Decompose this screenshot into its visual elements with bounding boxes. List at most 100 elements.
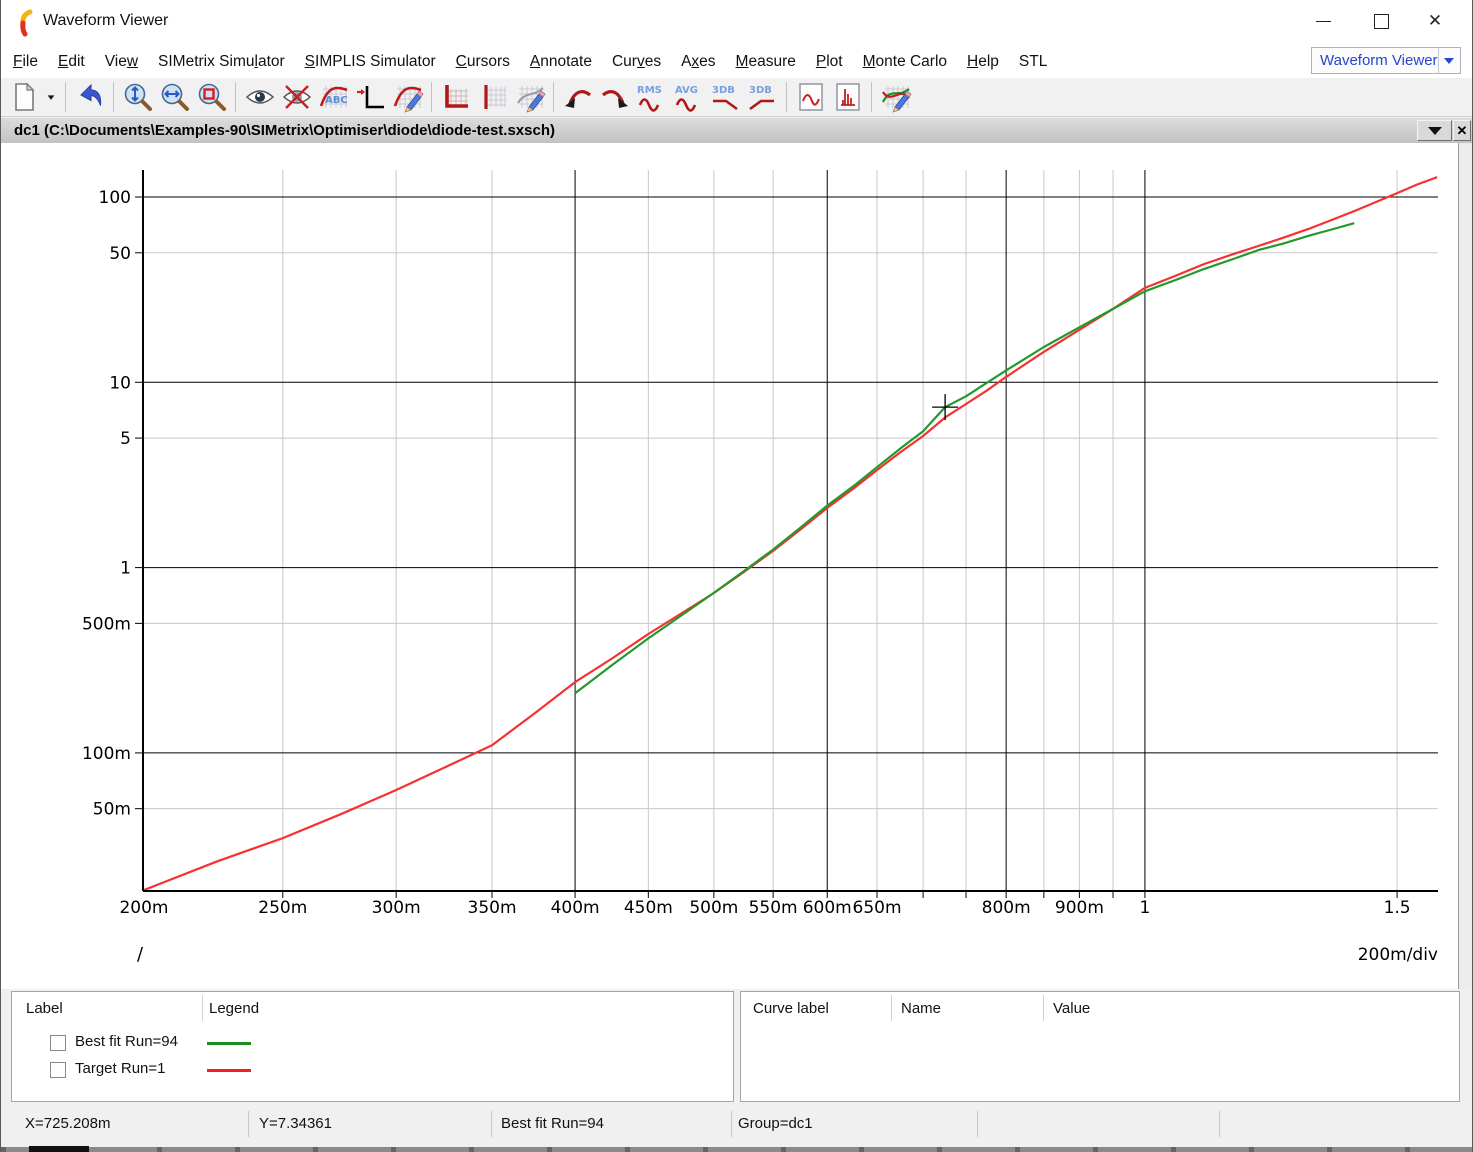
- legend-row-best-fit-run-94: Best fit Run=94: [12, 1030, 733, 1057]
- viewer-mode-select[interactable]: Waveform Viewer: [1311, 47, 1461, 74]
- menu-help[interactable]: Help: [957, 45, 1009, 78]
- edit-curve-icon: [392, 81, 424, 113]
- curve-best-fit-run-94[interactable]: [575, 223, 1354, 693]
- avg-button[interactable]: AVG: [670, 80, 707, 114]
- new-document-button[interactable]: [5, 80, 42, 114]
- x-tick-label-500m: 500m: [689, 898, 738, 918]
- x-tick-label-1: 1: [1140, 898, 1151, 918]
- show-curve-button[interactable]: [241, 80, 278, 114]
- menu-simplis-simulator[interactable]: SIMPLIS Simulator: [295, 45, 446, 78]
- x-tick-label-600m: 600m: [803, 898, 852, 918]
- y-tick-label-100: 100: [99, 188, 131, 208]
- tab-close-button[interactable]: ✕: [1453, 120, 1471, 141]
- curve-target-run-1[interactable]: [144, 177, 1437, 890]
- document-tab-bar: dc1 (C:\Documents\Examples-90\SIMetrix\O…: [1, 117, 1472, 143]
- y-tick-label-50m: 50m: [93, 800, 131, 820]
- edit-curves-icon: [880, 81, 912, 113]
- close-icon: ✕: [1428, 11, 1442, 31]
- edit-grid-icon: [514, 81, 546, 113]
- values-col-name: Name: [901, 1000, 941, 1017]
- next-curve-button[interactable]: [596, 80, 633, 114]
- viewer-mode-label: Waveform Viewer: [1312, 52, 1438, 69]
- zoom-y-fit-icon: [122, 81, 154, 113]
- x-tick-label-300m: 300m: [372, 898, 421, 918]
- zoom-x-fit-button[interactable]: [156, 80, 193, 114]
- menu-stl[interactable]: STL: [1009, 45, 1057, 78]
- plot-spectrum-button[interactable]: [829, 80, 866, 114]
- column-divider[interactable]: [1043, 995, 1044, 1021]
- close-icon: ✕: [1457, 123, 1468, 139]
- y-tick-label-1: 1: [120, 559, 131, 579]
- menu-axes[interactable]: Axes: [671, 45, 725, 78]
- undo-button[interactable]: [71, 80, 108, 114]
- menu-monte-carlo[interactable]: Monte Carlo: [853, 45, 957, 78]
- add-vertical-axis-icon: [477, 81, 509, 113]
- taskbar-sliver: [1, 1147, 1472, 1152]
- menu-plot[interactable]: Plot: [806, 45, 853, 78]
- plot-right-gutter: [1458, 143, 1473, 989]
- zoom-box-button[interactable]: [193, 80, 230, 114]
- edit-curve-button[interactable]: [389, 80, 426, 114]
- status-divider: [248, 1111, 249, 1137]
- chevron-down-icon[interactable]: [1438, 48, 1460, 73]
- menu-file[interactable]: File: [3, 45, 48, 78]
- previous-curve-icon: [562, 81, 594, 113]
- status-segment-3: Group=dc1: [738, 1105, 813, 1143]
- legend-col-legend: Legend: [209, 1000, 259, 1017]
- toolbar-separator: [871, 82, 872, 112]
- menu-simetrix-simulator[interactable]: SIMetrix Simulator: [148, 45, 295, 78]
- menu-view[interactable]: View: [95, 45, 148, 78]
- menu-bar: FileEditViewSIMetrix SimulatorSIMPLIS Si…: [1, 45, 1472, 78]
- new-document-dropdown-button[interactable]: [42, 80, 60, 114]
- status-segment-2: Best fit Run=94: [501, 1105, 604, 1143]
- column-divider[interactable]: [891, 995, 892, 1021]
- status-divider: [491, 1111, 492, 1137]
- x-tick-label-1.5: 1.5: [1384, 898, 1411, 918]
- zoom-y-fit-button[interactable]: [119, 80, 156, 114]
- menu-measure[interactable]: Measure: [726, 45, 806, 78]
- svg-text:AVG: AVG: [675, 85, 698, 96]
- title-bar: Waveform Viewer ✕: [1, 0, 1472, 45]
- menu-curves[interactable]: Curves: [602, 45, 671, 78]
- svg-text:RMS: RMS: [637, 85, 662, 96]
- add-axis-button[interactable]: [437, 80, 474, 114]
- edit-curves-button[interactable]: [877, 80, 914, 114]
- add-axis-icon: [440, 81, 472, 113]
- curve-visibility-checkbox[interactable]: [50, 1035, 66, 1051]
- previous-curve-button[interactable]: [559, 80, 596, 114]
- maximize-button[interactable]: [1352, 0, 1410, 42]
- plot-canvas[interactable]: 200m250m300m350m400m450m500m550m600m650m…: [1, 143, 1458, 989]
- menu-annotate[interactable]: Annotate: [520, 45, 602, 78]
- x-tick-label-800m: 800m: [982, 898, 1031, 918]
- document-tab-title[interactable]: dc1 (C:\Documents\Examples-90\SIMetrix\O…: [14, 118, 555, 144]
- add-vertical-axis-button[interactable]: [474, 80, 511, 114]
- edit-grid-button[interactable]: [511, 80, 548, 114]
- 3db-highpass-button[interactable]: 3DB: [744, 80, 781, 114]
- close-button[interactable]: ✕: [1406, 0, 1464, 42]
- hide-curve-button[interactable]: [278, 80, 315, 114]
- move-curve-to-axis-button[interactable]: [352, 80, 389, 114]
- values-col-value: Value: [1053, 1000, 1090, 1017]
- plot-waveform-button[interactable]: [792, 80, 829, 114]
- curve-visibility-checkbox[interactable]: [50, 1062, 66, 1078]
- maximize-icon: [1374, 14, 1389, 29]
- rms-button[interactable]: RMS: [633, 80, 670, 114]
- status-divider: [977, 1111, 978, 1137]
- 3db-lowpass-icon: 3DB: [710, 81, 742, 113]
- tab-dropdown-button[interactable]: [1417, 120, 1452, 141]
- label-curve-icon: ABC: [318, 81, 350, 113]
- menu-edit[interactable]: Edit: [48, 45, 95, 78]
- legend-row-target-run-1: Target Run=1: [12, 1057, 733, 1084]
- values-col-curve-label: Curve label: [753, 1000, 829, 1017]
- 3db-lowpass-button[interactable]: 3DB: [707, 80, 744, 114]
- menu-cursors[interactable]: Cursors: [446, 45, 520, 78]
- minimize-button[interactable]: [1294, 0, 1352, 42]
- column-divider[interactable]: [202, 995, 203, 1021]
- new-document-icon: [8, 81, 40, 113]
- x-tick-label-200m: 200m: [119, 898, 168, 918]
- y-tick-label-100m: 100m: [82, 744, 131, 764]
- legend-color-swatch: [207, 1042, 251, 1045]
- label-curve-button[interactable]: ABC: [315, 80, 352, 114]
- status-segment-1: Y=7.34361: [259, 1105, 332, 1143]
- plot-spectrum-icon: [832, 81, 864, 113]
